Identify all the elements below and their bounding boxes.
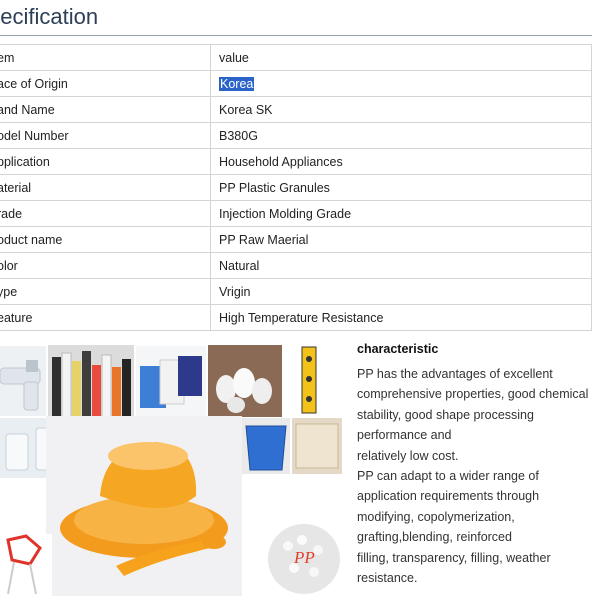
row-item: olor xyxy=(0,252,211,279)
row-value: Injection Molding Grade xyxy=(210,200,592,227)
table-row: aterial PP Plastic Granules xyxy=(0,174,592,201)
plastic-tubes-image xyxy=(48,345,134,417)
row-item: rade xyxy=(0,200,211,227)
row-value: Vrigin xyxy=(210,278,592,305)
table-row: ace of Origin Korea xyxy=(0,70,592,97)
row-item: aterial xyxy=(0,174,211,201)
row-item: ace of Origin xyxy=(0,70,211,97)
row-value: Household Appliances xyxy=(210,148,592,175)
row-value[interactable]: Korea xyxy=(210,70,592,97)
table-row: olor Natural xyxy=(0,252,592,279)
row-item: and Name xyxy=(0,96,211,123)
page-title: pecification xyxy=(0,4,99,29)
row-value: PP Raw Maerial xyxy=(210,226,592,253)
characteristic-line: application requirements through xyxy=(357,489,540,504)
row-value: B380G xyxy=(210,122,592,149)
product-collage: PP xyxy=(0,338,345,600)
characteristic-line: relatively low cost. xyxy=(357,448,459,463)
row-item: ype xyxy=(0,278,211,305)
characteristic-line: grafting,blending, reinforced xyxy=(357,530,512,545)
table-row: oduct name PP Raw Maerial xyxy=(0,226,592,253)
row-value: High Temperature Resistance xyxy=(210,304,592,331)
table-row: ype Vrigin xyxy=(0,278,592,305)
selected-text[interactable]: Korea xyxy=(219,76,255,91)
orange-bowls-image xyxy=(46,416,242,596)
characteristic-line: performance and xyxy=(357,428,452,443)
pp-granules-image: PP xyxy=(268,524,340,594)
row-item: eature xyxy=(0,304,211,331)
table-row: eature High Temperature Resistance xyxy=(0,304,592,331)
characteristic-line: filling, transparency, filling, weather xyxy=(357,550,551,565)
row-value: Korea SK xyxy=(210,96,592,123)
characteristic-line: modifying, copolymerization, xyxy=(357,509,515,524)
specification-table: em value ace of Origin Korea and Name Ko… xyxy=(0,44,592,331)
pp-badge: PP xyxy=(294,548,315,567)
characteristic-line: PP can adapt to a wider range of xyxy=(357,469,539,484)
storage-boxes-image xyxy=(136,346,206,418)
row-item: odel Number xyxy=(0,122,211,149)
characteristic-section: characteristic PP has the advantages of … xyxy=(357,342,597,588)
row-item: pplication xyxy=(0,148,211,175)
row-item: oduct name xyxy=(0,226,211,253)
pipe-fittings-image xyxy=(0,346,46,416)
characteristic-heading: characteristic xyxy=(357,342,439,356)
red-chair-image xyxy=(0,534,52,596)
characteristic-line: resistance. xyxy=(357,571,418,586)
blue-basket-image xyxy=(242,418,290,474)
table-row: pplication Household Appliances xyxy=(0,148,592,175)
table-header-row: em value xyxy=(0,44,592,71)
beige-box-image xyxy=(292,418,342,474)
title-divider xyxy=(0,35,592,36)
table-row: rade Injection Molding Grade xyxy=(0,200,592,227)
header-item: em xyxy=(0,44,211,71)
white-fittings-image xyxy=(208,345,282,417)
yellow-part-image xyxy=(290,343,330,417)
characteristic-line: comprehensive properties, good chemical xyxy=(357,387,589,402)
table-row: and Name Korea SK xyxy=(0,96,592,123)
row-value: Natural xyxy=(210,252,592,279)
characteristic-line: PP has the advantages of excellent xyxy=(357,367,553,381)
table-row: odel Number B380G xyxy=(0,122,592,149)
row-value: PP Plastic Granules xyxy=(210,174,592,201)
characteristic-line: stability, good shape processing xyxy=(357,407,534,422)
header-value: value xyxy=(210,44,592,71)
